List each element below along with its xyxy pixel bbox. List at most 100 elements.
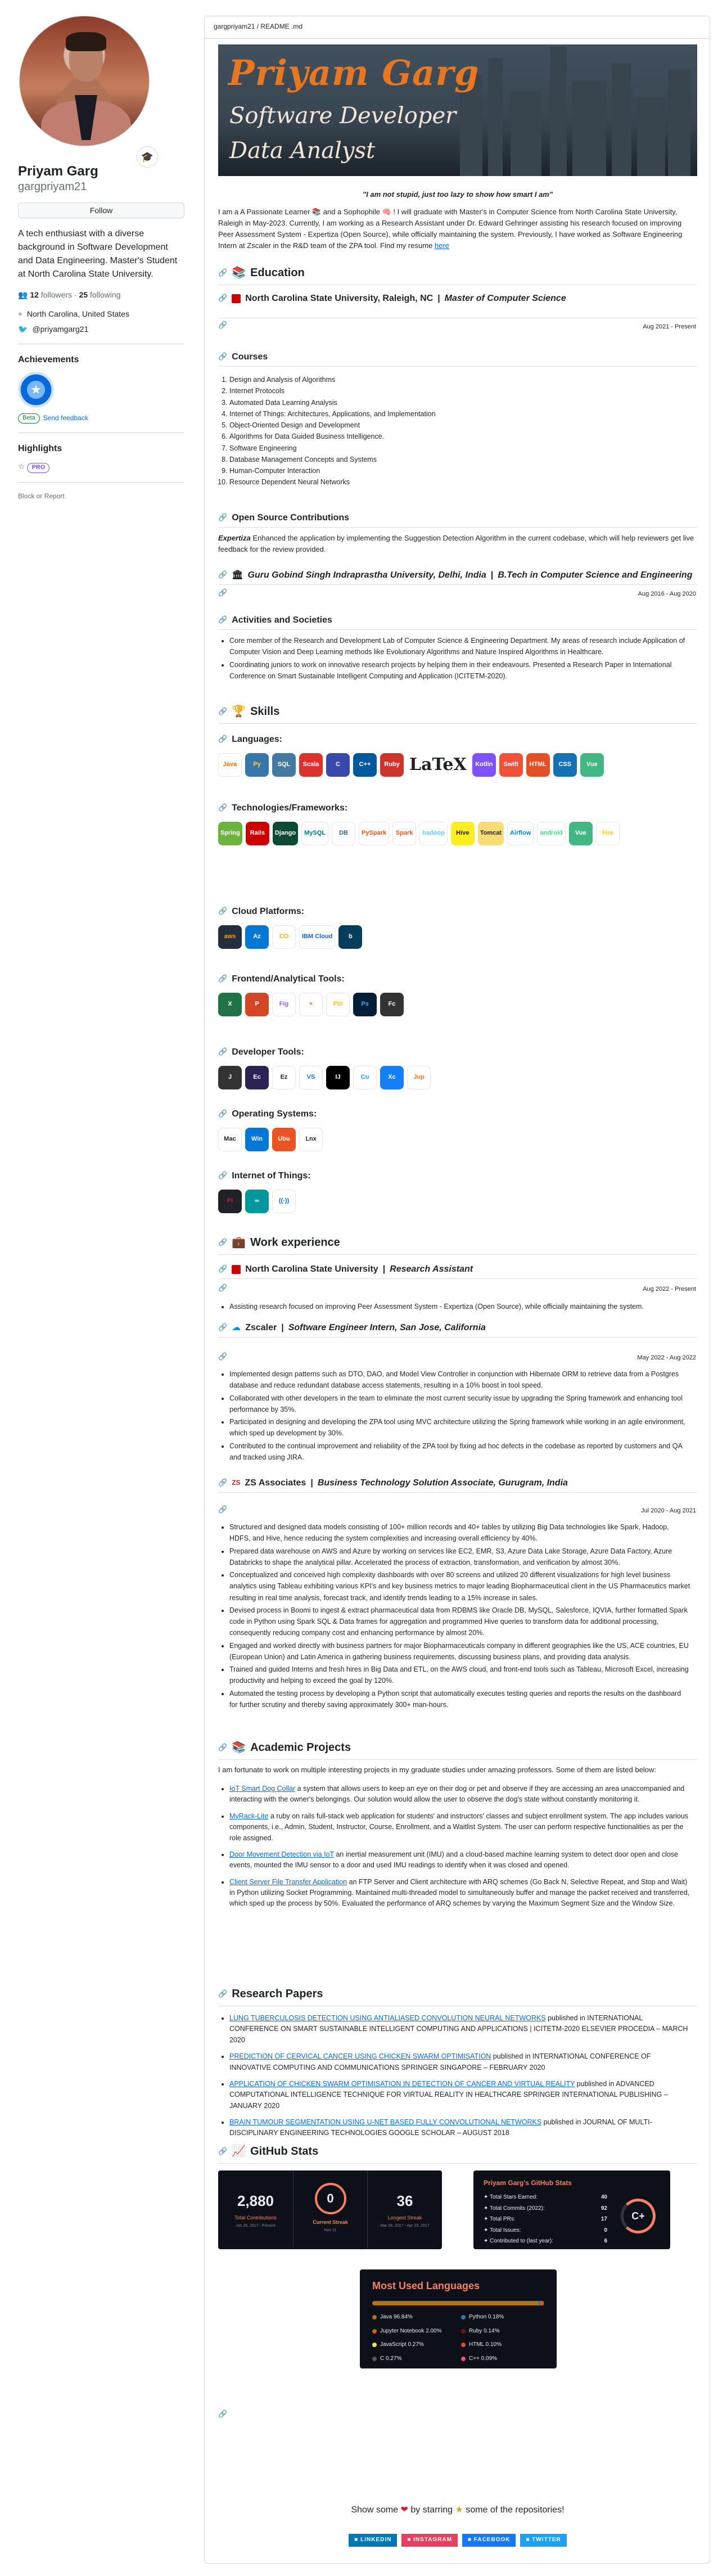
following-link[interactable]: 25 following (79, 290, 121, 299)
vscode-icon[interactable]: VS (299, 1066, 323, 1089)
kotlin-icon[interactable]: Kotlin (472, 753, 496, 777)
followers-link[interactable]: 12 followers (30, 290, 72, 299)
firebase-icon[interactable]: Fire (595, 822, 620, 845)
paper-item-link[interactable]: BRAIN TUMOUR SEGMENTATION USING U-NET BA… (229, 2118, 541, 2126)
anchor-link-icon[interactable]: 🔗 (218, 320, 227, 331)
anchor-link-icon[interactable]: 🔗 (218, 1264, 227, 1275)
ubuntu-icon[interactable]: Ubu (272, 1128, 296, 1151)
eclipse-ide-icon[interactable]: Ez (272, 1066, 296, 1089)
resume-link[interactable]: here (435, 241, 449, 250)
anchor-link-icon[interactable]: 🔗 (218, 1047, 227, 1057)
anchor-link-icon[interactable]: 🔗 (218, 1989, 227, 1999)
spark-icon[interactable]: Spark (392, 822, 417, 845)
photoshop-icon[interactable]: Ps (353, 993, 377, 1016)
bluemix-icon[interactable]: b (338, 925, 363, 949)
scala-icon[interactable]: Scala (299, 753, 323, 777)
anchor-link-icon[interactable]: 🔗 (218, 1109, 227, 1119)
android-icon[interactable]: android (537, 822, 566, 845)
macos-icon[interactable]: Mac (218, 1128, 242, 1151)
anchor-link-icon[interactable]: 🔗 (218, 512, 227, 523)
tomcat-icon[interactable]: Tomcat (477, 822, 504, 845)
hive-icon[interactable]: Hive (450, 822, 475, 845)
arduino-icon[interactable]: ∞ (245, 1190, 269, 1213)
mysql-icon[interactable]: SQL (272, 753, 296, 777)
airflow-icon[interactable]: Airflow (507, 822, 534, 845)
spring-icon[interactable]: Spring (218, 822, 242, 845)
finalcut-icon[interactable]: Fc (380, 993, 404, 1016)
avatar[interactable] (19, 16, 150, 146)
eclipse-icon[interactable]: Ec (245, 1066, 269, 1089)
django-icon[interactable]: Django (272, 822, 299, 845)
html5-icon[interactable]: HTML (526, 753, 550, 777)
anchor-link-icon[interactable]: 🔗 (218, 1322, 227, 1333)
anchor-link-icon[interactable]: 🔗 (218, 1505, 227, 1515)
anchor-link-icon[interactable]: 🔗 (218, 1237, 227, 1248)
project-item-link[interactable]: Door Movement Detection via IoT (229, 1850, 334, 1858)
ruby-icon[interactable]: Ruby (380, 753, 404, 777)
project-item-link[interactable]: MyRack-Lite (229, 1812, 268, 1820)
ibm-cloud-icon[interactable]: IBM Cloud (299, 925, 336, 949)
powerbi-icon[interactable]: Pbi (326, 993, 350, 1016)
anchor-link-icon[interactable]: 🔗 (218, 268, 227, 278)
css3-icon[interactable]: CSS (553, 753, 577, 777)
send-feedback-link[interactable]: Send feedback (43, 413, 88, 423)
windows-icon[interactable]: Win (245, 1128, 269, 1151)
pyspark-icon[interactable]: PySpark (359, 822, 390, 845)
jenkins-icon[interactable]: J (218, 1066, 242, 1089)
c-icon[interactable]: C (326, 753, 350, 777)
anchor-link-icon[interactable]: 🔗 (218, 1478, 227, 1488)
anchor-link-icon[interactable]: 🔗 (218, 293, 227, 304)
cpp-icon[interactable]: C++ (353, 753, 377, 777)
java-icon[interactable]: Java (218, 753, 242, 777)
profile-twitter[interactable]: @priyamgarg21 (32, 323, 88, 335)
raspberry-pi-icon[interactable]: Pi (218, 1190, 242, 1213)
hadoop-icon[interactable]: hadoop (419, 822, 448, 845)
rfid-icon[interactable]: ((·)) (272, 1190, 296, 1213)
project-item-link[interactable]: Client Server File Transfer Application (229, 1878, 347, 1886)
azure-icon[interactable]: Az (245, 925, 269, 949)
linkedin-button[interactable]: ■ LINKEDIN (349, 2534, 398, 2547)
anchor-link-icon[interactable]: 🔗 (218, 974, 227, 984)
anchor-link-icon[interactable]: 🔗 (218, 2146, 227, 2157)
project-item-link[interactable]: IoT Smart Dog Collar (229, 1785, 295, 1793)
anchor-link-icon[interactable]: 🔗 (218, 570, 227, 580)
anchor-link-icon[interactable]: 🔗 (218, 906, 227, 917)
python-icon[interactable]: Py (245, 753, 269, 777)
vue-js-icon[interactable]: Vue (568, 822, 593, 845)
powerpoint-icon[interactable]: P (245, 993, 269, 1016)
anchor-link-icon[interactable]: 🔗 (218, 588, 227, 598)
linux-icon[interactable]: Lnx (299, 1128, 323, 1151)
rails-icon[interactable]: Rails (245, 822, 269, 845)
achievement-badge-icon[interactable]: ★ (18, 372, 54, 408)
instagram-button[interactable]: ■ INSTAGRAM (401, 2534, 458, 2547)
excel-icon[interactable]: X (218, 993, 242, 1016)
vue-icon[interactable]: Vue (580, 753, 604, 777)
anchor-link-icon[interactable]: 🔗 (218, 734, 227, 745)
paper-item-link[interactable]: LUNG TUBERCULOSIS DETECTION USING ANTIAL… (229, 2014, 546, 2022)
anchor-link-icon[interactable]: 🔗 (218, 1742, 227, 1753)
anchor-link-icon[interactable]: 🔗 (218, 352, 227, 362)
anchor-link-icon[interactable]: 🔗 (218, 803, 227, 813)
jupyter-icon[interactable]: Jup (407, 1066, 431, 1089)
anchor-link-icon[interactable]: 🔗 (218, 1283, 227, 1294)
twitter-button[interactable]: ■ TWITTER (520, 2534, 567, 2547)
anchor-link-icon[interactable]: 🔗 (218, 615, 227, 625)
facebook-button[interactable]: ■ FACEBOOK (462, 2534, 516, 2547)
follow-button[interactable]: Follow (18, 202, 184, 218)
anchor-link-icon[interactable]: 🔗 (218, 2409, 227, 2420)
block-report-link[interactable]: Block or Report (18, 492, 187, 501)
cloud-icon[interactable]: CO (272, 925, 296, 949)
mysql-logo-icon[interactable]: MySQL (301, 822, 329, 845)
tableau-icon[interactable]: + (299, 993, 323, 1016)
anchor-link-icon[interactable]: 🔗 (218, 706, 227, 717)
paper-item-link[interactable]: APPLICATION OF CHICKEN SWARM OPTIMISATIO… (229, 2080, 575, 2088)
status-emoji-icon[interactable]: 🎓 (137, 146, 158, 168)
anchor-link-icon[interactable]: 🔗 (218, 1170, 227, 1181)
swift-icon[interactable]: Swift (499, 753, 523, 777)
latex-icon[interactable]: LaTeX (407, 753, 469, 777)
cube-icon[interactable]: Cu (353, 1066, 377, 1089)
figma-icon[interactable]: Fig (272, 993, 296, 1016)
xcode-icon[interactable]: Xc (380, 1066, 404, 1089)
database-icon[interactable]: DB (332, 822, 356, 845)
anchor-link-icon[interactable]: 🔗 (218, 1352, 227, 1362)
